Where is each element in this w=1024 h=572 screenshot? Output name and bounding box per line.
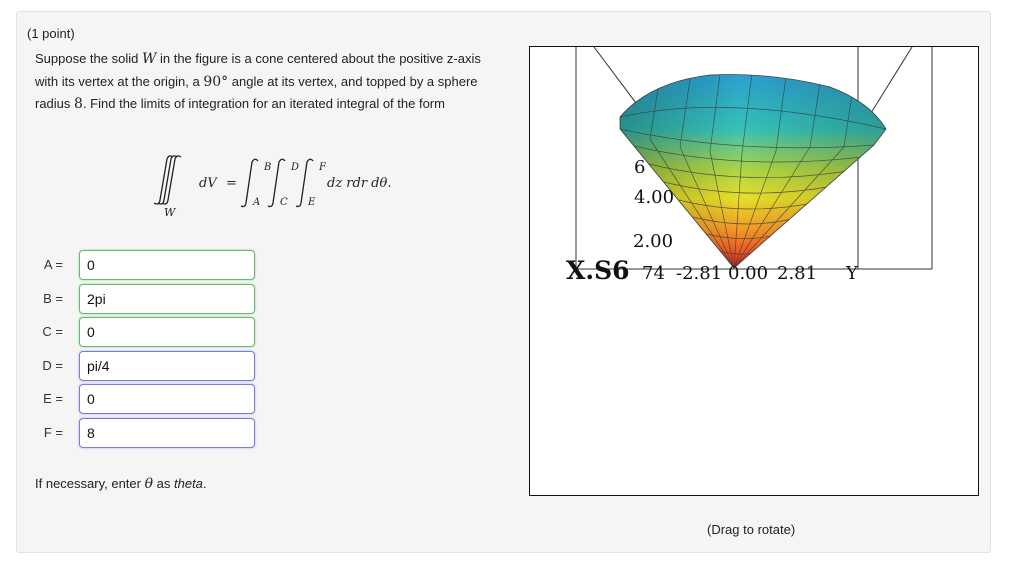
z-tick-2: 2.00 — [633, 231, 673, 252]
upper-limit-b: B — [263, 162, 271, 173]
answer-row-c: C = — [33, 317, 263, 347]
answer-row-a: A = — [33, 250, 263, 280]
answer-label-b: B = — [33, 291, 63, 306]
lhs-integrand: dV — [199, 176, 218, 191]
integral-formula: W dV = B A D C F E dz rdr dθ. — [137, 150, 417, 222]
lower-limit-a: A — [252, 197, 260, 208]
y-tick-zero: 0.00 — [728, 263, 768, 284]
problem-statement: Suppose the solid W in the figure is a c… — [35, 48, 495, 116]
y-tick-neg: -2.81 — [676, 263, 722, 284]
solid-variable: W — [142, 51, 156, 67]
hint-symbol: θ — [145, 476, 153, 492]
hint-keyword: theta — [174, 476, 203, 491]
points-label: (1 point) — [27, 26, 75, 41]
cone-plot: 6 4.00 2.00 X.S6 74 -2.81 0.00 2.81 Y — [530, 47, 978, 495]
answer-row-b: B = — [33, 284, 263, 314]
hint-text-1: If necessary, enter — [35, 476, 145, 491]
triple-integral-sign — [154, 156, 181, 204]
answer-row-f: F = — [33, 418, 263, 448]
z-axis-label-partial: 6 — [634, 157, 645, 178]
answer-input-d[interactable] — [79, 351, 255, 381]
answer-label-a: A = — [33, 257, 63, 272]
answer-label-f: F = — [33, 425, 63, 440]
upper-limit-f: F — [318, 162, 327, 173]
answer-label-c: C = — [33, 324, 63, 339]
y-axis-label: Y — [845, 263, 859, 284]
lower-limit-e: E — [307, 197, 316, 208]
answer-input-c[interactable] — [79, 317, 255, 347]
problem-text-1: Suppose the solid — [35, 51, 142, 66]
region-subscript: W — [164, 206, 177, 219]
answer-input-b[interactable] — [79, 284, 255, 314]
answer-label-e: E = — [33, 391, 63, 406]
answer-input-f[interactable] — [79, 418, 255, 448]
x-axis-overlap-label: X.S6 — [566, 256, 630, 285]
y-tick-pos: 2.81 — [777, 263, 817, 284]
sphere-radius: 8 — [74, 96, 83, 112]
answer-input-e[interactable] — [79, 384, 255, 414]
hint-text-3: . — [203, 476, 207, 491]
answer-row-e: E = — [33, 384, 263, 414]
3d-viewer-canvas[interactable]: 6 4.00 2.00 X.S6 74 -2.81 0.00 2.81 Y — [529, 46, 979, 496]
hint-text-2: as — [153, 476, 174, 491]
upper-limit-d: D — [290, 162, 299, 173]
x-tick-partial: 74 — [642, 263, 665, 284]
answer-label-d: D = — [33, 358, 63, 373]
input-hint: If necessary, enter θ as theta. — [35, 476, 207, 492]
answer-row-d: D = — [33, 351, 263, 381]
z-tick-4: 4.00 — [634, 187, 674, 208]
problem-panel: (1 point) Suppose the solid W in the fig… — [16, 11, 991, 553]
rhs-integrand: dz rdr dθ. — [327, 176, 391, 191]
lower-limit-c: C — [280, 197, 288, 208]
drag-to-rotate-caption: (Drag to rotate) — [707, 522, 795, 537]
problem-text-4: . Find the limits of integration for an … — [83, 96, 445, 111]
equals-sign: = — [226, 176, 237, 191]
answer-input-a[interactable] — [79, 250, 255, 280]
vertex-angle: 90° — [203, 74, 228, 90]
